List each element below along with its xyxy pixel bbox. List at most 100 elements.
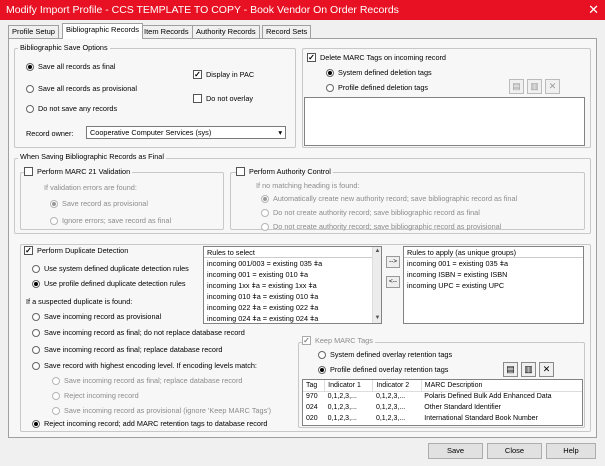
- do-not-save-radio[interactable]: Do not save any records: [26, 104, 117, 113]
- dup-save-final-no-replace-radio[interactable]: Save incoming record as final; do not re…: [32, 328, 245, 337]
- table-row[interactable]: 970 0,1,2,3,... 0,1,2,3,... Polaris Defi…: [303, 391, 582, 402]
- edit-retention-tag-icon[interactable]: ▥: [521, 362, 536, 377]
- rules-select-scrollbar[interactable]: ▲ ▼: [372, 247, 381, 323]
- encoding-save-provisional-radio[interactable]: Save incoming record as provisional (ign…: [52, 406, 271, 415]
- list-item[interactable]: incoming ISBN = existing ISBN: [404, 269, 583, 280]
- tab-record-sets[interactable]: Record Sets: [262, 25, 312, 38]
- list-item[interactable]: incoming 001 = existing 035 ǂa: [404, 258, 583, 269]
- radio-icon: [26, 104, 34, 113]
- radio-icon: [32, 345, 40, 354]
- radio-icon: [32, 312, 40, 321]
- table-cell: 0,1,2,3,...: [375, 393, 406, 401]
- encoding-replace-radio[interactable]: Save incoming record as final; replace d…: [52, 376, 242, 385]
- add-rule-button[interactable]: -->: [386, 256, 400, 268]
- checkmark-icon: ✓: [24, 246, 33, 255]
- scroll-down-icon[interactable]: ▼: [373, 314, 381, 323]
- column-header[interactable]: Tag: [303, 380, 326, 392]
- tab-authority-records[interactable]: Authority Records: [192, 25, 260, 38]
- tab-profile-setup[interactable]: Profile Setup: [8, 25, 59, 38]
- column-header[interactable]: Indicator 2: [372, 380, 422, 392]
- profile-dup-rules-radio[interactable]: Use profile defined duplicate detection …: [32, 279, 186, 288]
- remove-rule-button[interactable]: <--: [386, 276, 400, 288]
- profile-deletion-tags-radio[interactable]: Profile defined deletion tags: [326, 83, 428, 92]
- radio-icon: [32, 279, 40, 288]
- dup-highest-encoding-radio[interactable]: Save record with highest encoding level.…: [32, 361, 257, 370]
- delete-retention-tag-icon[interactable]: ✕: [539, 362, 554, 377]
- list-item[interactable]: incoming 001/003 = existing 035 ǂa: [204, 258, 381, 269]
- encoding-reject-radio[interactable]: Reject incoming record: [52, 391, 139, 400]
- list-item[interactable]: incoming 1xx ǂa = existing 1xx ǂa: [204, 280, 381, 291]
- scroll-up-icon[interactable]: ▲: [373, 247, 381, 256]
- close-button[interactable]: Close: [487, 443, 542, 459]
- save-options-legend: Bibliographic Save Options: [18, 43, 110, 52]
- system-retention-tags-radio[interactable]: System defined overlay retention tags: [318, 350, 452, 359]
- radio-icon: [50, 216, 58, 225]
- list-item[interactable]: incoming UPC = existing UPC: [404, 280, 583, 291]
- table-cell: Other Standard Identifier: [424, 404, 501, 411]
- tab-bibliographic-records[interactable]: Bibliographic Records: [62, 23, 143, 39]
- record-owner-select[interactable]: Cooperative Computer Services (sys) ▾: [86, 126, 286, 139]
- do-not-overlay-checkbox[interactable]: Do not overlay: [193, 94, 253, 103]
- rules-apply-header: Rules to apply (as unique groups): [404, 247, 583, 258]
- marc21-validation-checkbox[interactable]: Perform MARC 21 Validation: [24, 167, 133, 176]
- table-row[interactable]: 024 0,1,2,3,... 0,1,2,3,... Other Standa…: [303, 402, 582, 413]
- checkmark-icon: ✓: [302, 336, 311, 345]
- radio-icon: [32, 264, 40, 273]
- auto-create-authority-radio[interactable]: Automatically create new authority recor…: [261, 194, 517, 203]
- if-duplicate-label: If a suspected duplicate is found:: [26, 297, 133, 306]
- validation-ignore-errors-radio[interactable]: Ignore errors; save record as final: [50, 216, 171, 225]
- duplicate-detection-checkbox[interactable]: ✓ Perform Duplicate Detection: [24, 246, 131, 255]
- close-window-icon[interactable]: ✕: [588, 2, 599, 18]
- profile-retention-tags-radio[interactable]: Profile defined overlay retention tags: [318, 365, 448, 374]
- radio-icon: [52, 376, 60, 385]
- dup-save-final-replace-radio[interactable]: Save incoming record as final; replace d…: [32, 345, 222, 354]
- no-authority-final-radio[interactable]: Do not create authority record; save bib…: [261, 208, 480, 217]
- chevron-down-icon: ▾: [278, 128, 282, 137]
- deletion-tags-list[interactable]: [304, 97, 585, 146]
- system-dup-rules-radio[interactable]: Use system defined duplicate detection r…: [32, 264, 189, 273]
- save-provisional-radio[interactable]: Save all records as provisional: [26, 84, 137, 93]
- dup-save-provisional-radio[interactable]: Save incoming record as provisional: [32, 312, 161, 321]
- delete-marc-checkbox[interactable]: ✓ Delete MARC Tags on incoming record: [307, 53, 448, 62]
- table-row[interactable]: 020 0,1,2,3,... 0,1,2,3,... Internationa…: [303, 413, 582, 424]
- table-cell: 0,1,2,3,...: [327, 415, 357, 422]
- delete-tag-icon[interactable]: ✕: [545, 79, 560, 94]
- no-heading-label: If no matching heading is found:: [256, 181, 360, 190]
- help-button[interactable]: Help: [546, 443, 596, 459]
- system-deletion-tags-radio[interactable]: System defined deletion tags: [326, 68, 432, 77]
- display-in-pac-checkbox[interactable]: ✓ Display in PAC: [193, 70, 254, 79]
- title-bar: Modify Import Profile - CCS TEMPLATE TO …: [0, 0, 605, 20]
- table-header-row: Tag Indicator 1 Indicator 2 MARC Descrip…: [303, 380, 582, 392]
- radio-icon: [32, 361, 40, 370]
- new-tag-icon[interactable]: ▤: [509, 79, 524, 94]
- checkmark-icon: ✓: [193, 70, 202, 79]
- keep-marc-checkbox[interactable]: ✓ Keep MARC Tags: [302, 336, 375, 345]
- validation-save-provisional-radio[interactable]: Save record as provisional: [50, 199, 148, 208]
- column-header[interactable]: MARC Description: [421, 380, 582, 392]
- save-button[interactable]: Save: [428, 443, 483, 459]
- radio-icon: [326, 83, 334, 92]
- tab-item-records[interactable]: Item Records: [140, 25, 193, 38]
- radio-icon: [26, 62, 34, 71]
- list-item[interactable]: incoming 010 ǂa = existing 010 ǂa: [204, 291, 381, 302]
- list-item[interactable]: incoming 024 ǂa = existing 024 ǂa: [204, 313, 381, 323]
- dup-reject-retention-radio[interactable]: Reject incoming record; add MARC retenti…: [32, 419, 267, 428]
- rules-to-select-list[interactable]: Rules to select incoming 001/003 = exist…: [203, 246, 382, 324]
- retention-tags-table-wrap[interactable]: Tag Indicator 1 Indicator 2 MARC Descrip…: [302, 379, 583, 426]
- no-authority-provisional-radio[interactable]: Do not create authority record; save bib…: [261, 222, 501, 231]
- edit-tag-icon[interactable]: ▥: [527, 79, 542, 94]
- table-cell: 970: [306, 393, 318, 401]
- rules-select-header: Rules to select: [204, 247, 381, 258]
- radio-icon: [32, 419, 40, 428]
- list-item[interactable]: incoming 001 = existing 010 ǂa: [204, 269, 381, 280]
- new-retention-tag-icon[interactable]: ▤: [503, 362, 518, 377]
- list-item[interactable]: incoming 022 ǂa = existing 022 ǂa: [204, 302, 381, 313]
- rules-to-apply-list[interactable]: Rules to apply (as unique groups) incomi…: [403, 246, 584, 324]
- table-cell: 0,1,2,3,...: [375, 415, 406, 422]
- radio-icon: [52, 406, 60, 415]
- save-final-radio[interactable]: Save all records as final: [26, 62, 115, 71]
- authority-control-checkbox[interactable]: Perform Authority Control: [236, 167, 333, 176]
- table-cell: 0,1,2,3,...: [375, 404, 406, 411]
- checkmark-icon: ✓: [307, 53, 316, 62]
- column-header[interactable]: Indicator 1: [324, 380, 374, 392]
